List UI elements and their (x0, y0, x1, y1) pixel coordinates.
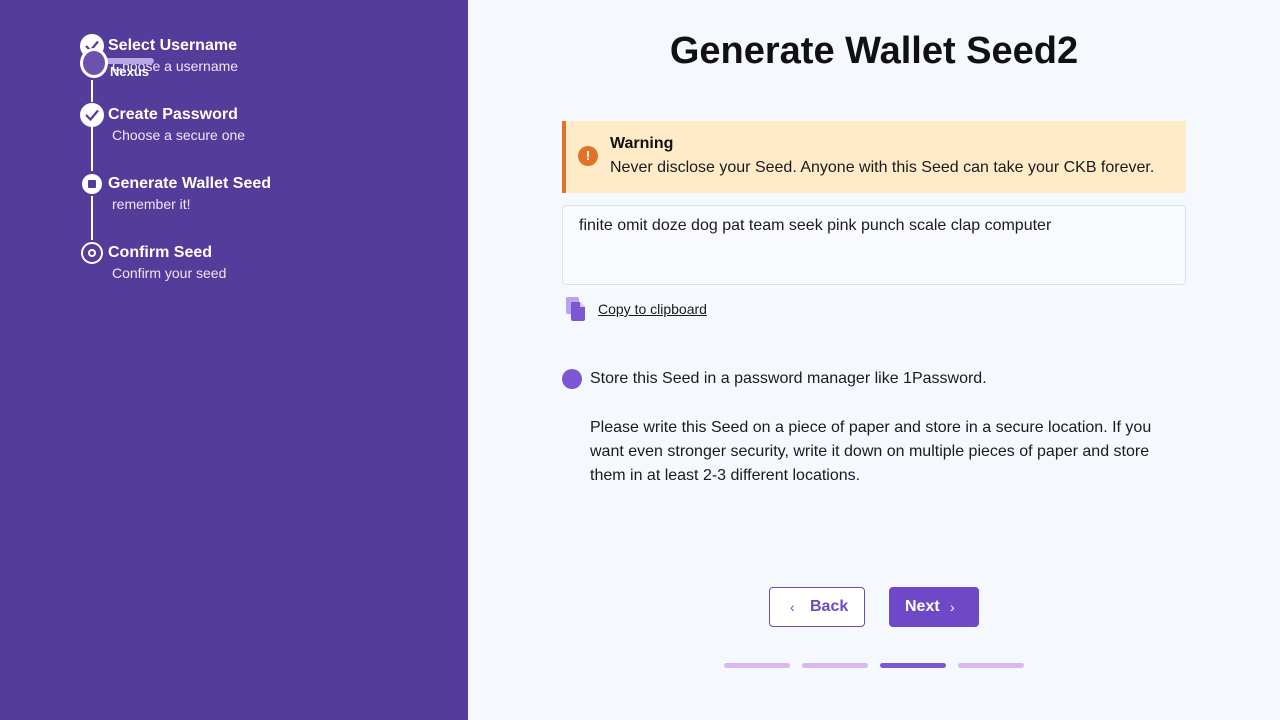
chevron-right-icon: › (950, 599, 955, 615)
tip-paper-backup: Please write this Seed on a piece of pap… (590, 419, 1152, 484)
back-button-label: Back (810, 598, 849, 615)
warning-icon: ! (578, 146, 598, 166)
warning-text: Never disclose your Seed. Anyone with th… (610, 159, 1155, 176)
logo-ring (80, 48, 108, 78)
progress-step-indicator (802, 663, 868, 668)
step-title: Create Password (108, 106, 238, 123)
sidebar: Select Username Choose a username Nexus … (0, 0, 468, 720)
progress-step-indicator (724, 663, 790, 668)
copy-to-clipboard-link[interactable]: Copy to clipboard (598, 301, 707, 317)
step-connector (91, 196, 93, 240)
progress-step-indicator (958, 663, 1024, 668)
warning-banner: ! Warning Never disclose your Seed. Anyo… (562, 121, 1186, 193)
step-title: Generate Wallet Seed (108, 175, 272, 192)
next-button[interactable]: Next › (889, 587, 979, 627)
step-connector (91, 80, 93, 102)
check-icon (80, 103, 104, 127)
next-button-label: Next (905, 598, 940, 615)
step-connector (91, 127, 93, 171)
bullet-icon (562, 369, 582, 389)
current-step-icon (82, 174, 102, 194)
warning-title: Warning (610, 135, 674, 152)
step-subtitle: Confirm your seed (112, 265, 227, 281)
pending-step-icon (81, 242, 103, 264)
chevron-left-icon: ‹ (790, 599, 795, 615)
step-subtitle: remember it! (112, 196, 191, 212)
seed-phrase-box[interactable]: finite omit doze dog pat team seek pink … (562, 205, 1186, 285)
clipboard-copy-icon[interactable] (564, 296, 588, 322)
back-button[interactable]: ‹ Back (769, 587, 865, 627)
progress-step-indicator (880, 663, 946, 668)
step-subtitle: Choose a secure one (112, 127, 246, 143)
tip-password-manager: Store this Seed in a password manager li… (590, 370, 987, 387)
step-title: Confirm Seed (108, 244, 213, 261)
page-title: Generate Wallet Seed2 (669, 30, 1079, 72)
nexus-logo: Nexus (80, 48, 160, 80)
logo-word: Nexus (110, 64, 150, 79)
